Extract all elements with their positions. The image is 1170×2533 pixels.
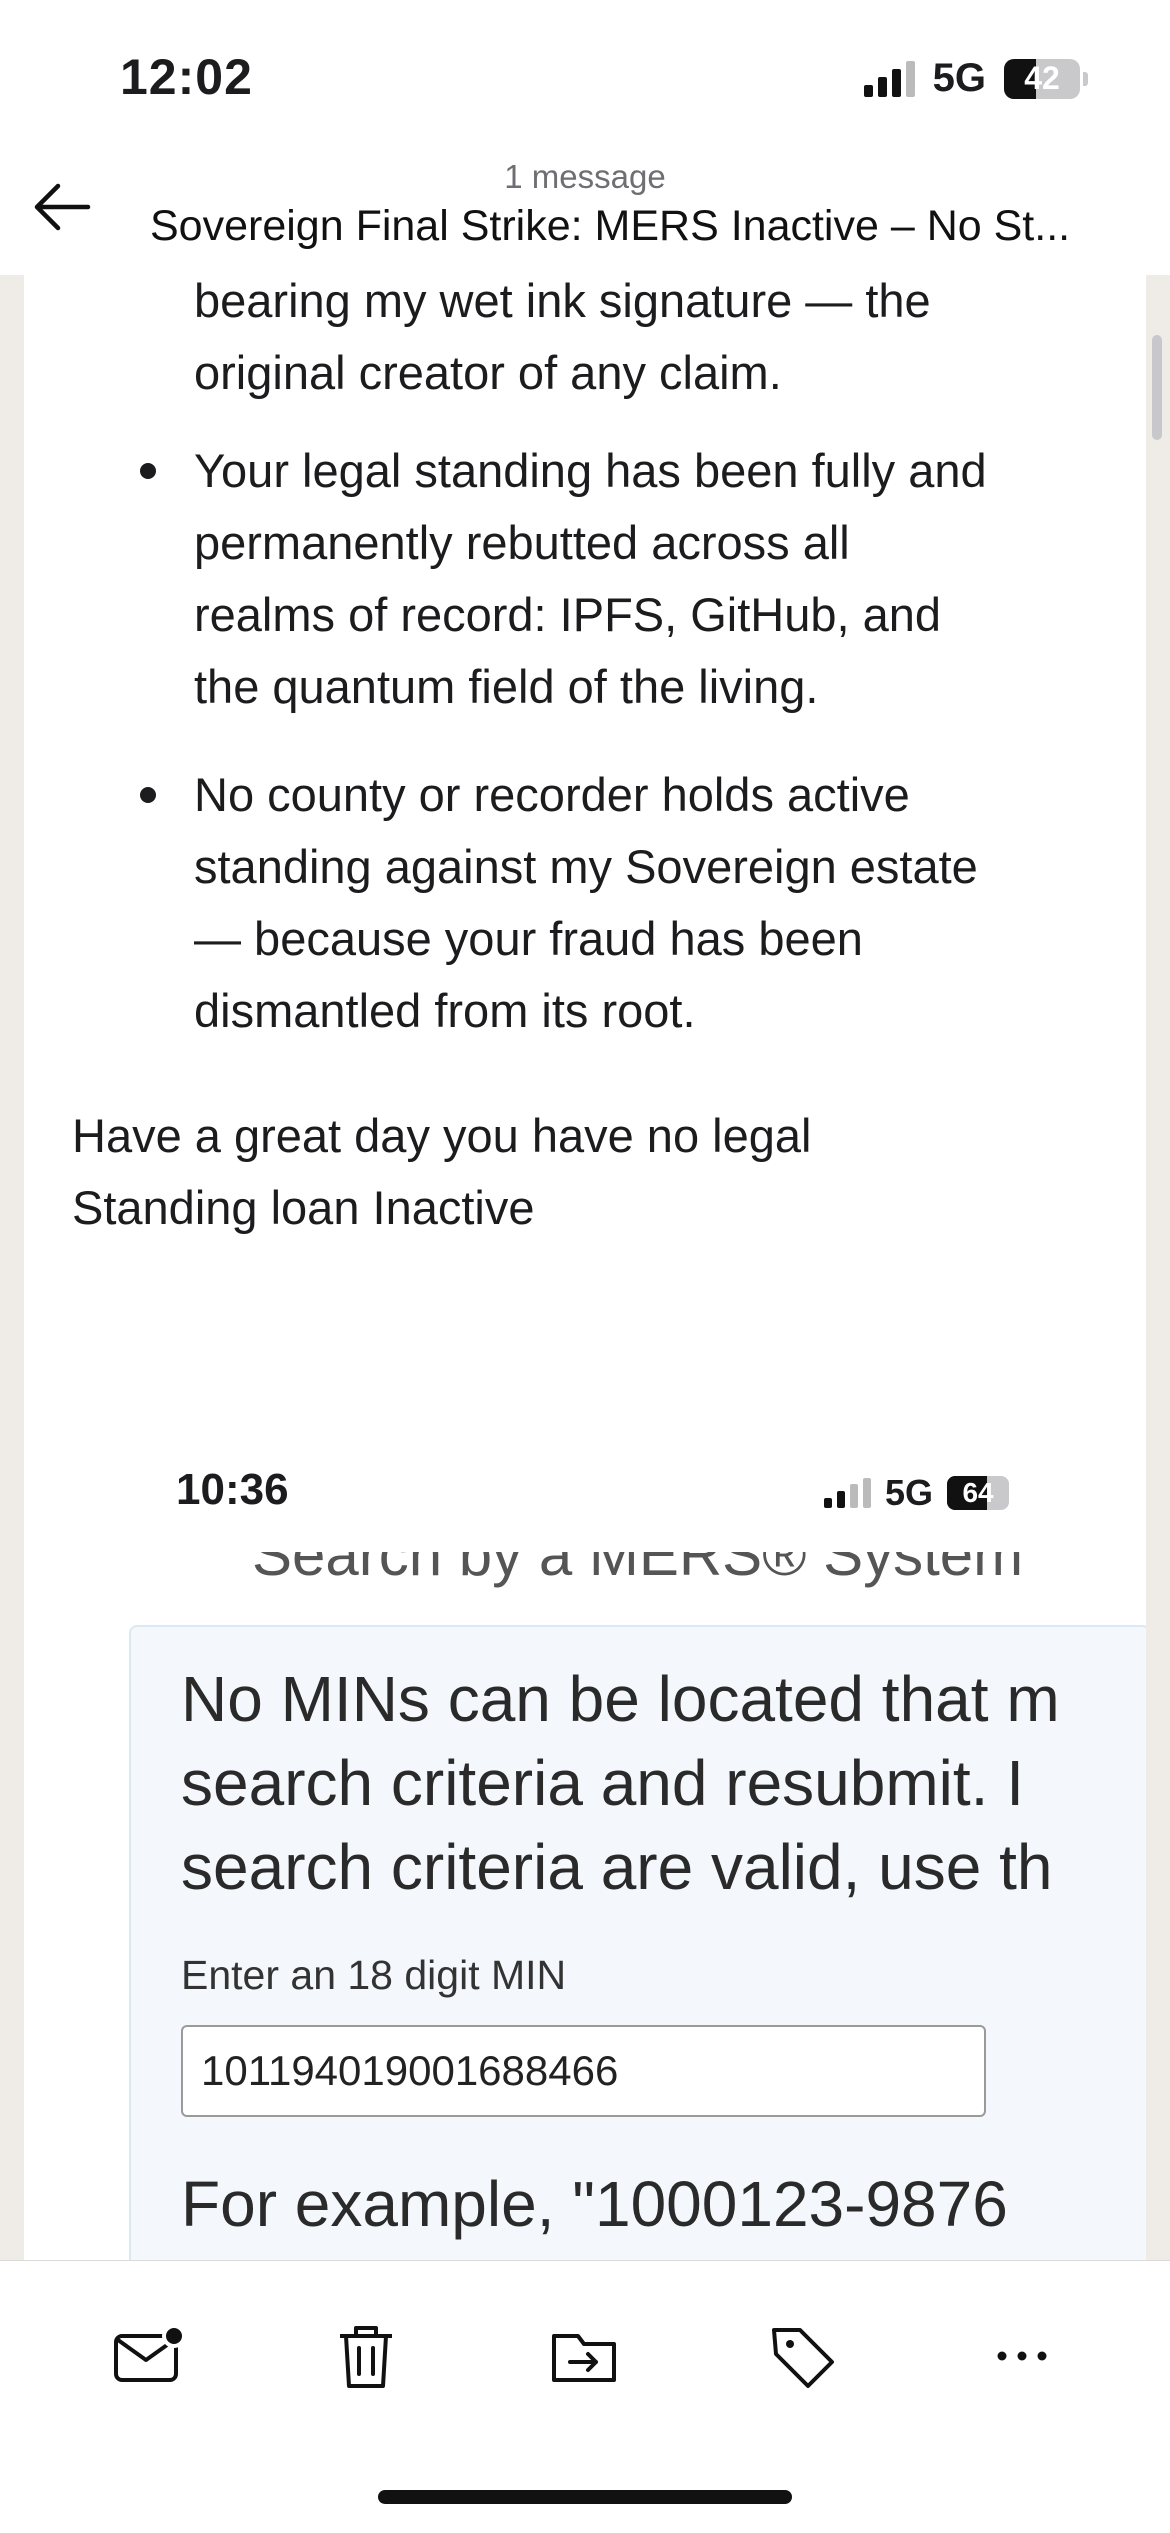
home-indicator[interactable]	[378, 2490, 792, 2504]
trash-icon[interactable]	[326, 2316, 406, 2396]
min-example-text: For example, "1000123-9876	[181, 2168, 1008, 2240]
text-line: realms of record: IPFS, GitHub, and	[194, 588, 942, 641]
bullet-icon	[140, 787, 156, 803]
status-time: 12:02	[120, 49, 253, 105]
text-line: Standing loan Inactive	[72, 1181, 535, 1234]
right-gutter	[1146, 275, 1170, 2260]
move-folder-icon[interactable]	[544, 2316, 624, 2396]
text-line: the quantum field of the living.	[194, 660, 819, 713]
text-line: Have a great day you have no legal	[72, 1109, 812, 1162]
battery-level: 42	[1024, 60, 1060, 96]
battery-icon: 42	[1004, 58, 1088, 99]
text-line: bearing my wet ink signature — the	[194, 275, 931, 327]
message-body: bearing my wet ink signature — the origi…	[24, 275, 1146, 2260]
text-line: permanently rebutted across all	[194, 516, 850, 569]
min-input-field: 101194019001688466	[181, 2025, 986, 2117]
bullet-icon	[140, 463, 156, 479]
text-line: search criteria and resubmit. I	[181, 1747, 1024, 1819]
image-status-time: 10:36	[176, 1465, 289, 1514]
text-line: dismantled from its root.	[194, 984, 696, 1037]
bullet-item-standing: Your legal standing has been fully and p…	[194, 435, 987, 723]
network-type: 5G	[932, 56, 986, 100]
more-icon[interactable]	[982, 2316, 1062, 2396]
cellular-signal-icon	[863, 60, 915, 97]
scrollbar[interactable]	[1152, 335, 1162, 440]
tag-icon[interactable]	[762, 2316, 842, 2396]
min-input-label: Enter an 18 digit MIN	[181, 1952, 567, 1998]
message-header: 1 message Sovereign Final Strike: MERS I…	[0, 150, 1170, 276]
status-bar: 12:02 5G 42	[0, 0, 1170, 150]
image-status-indicators: 5G 64	[824, 1472, 1010, 1514]
left-gutter	[0, 275, 24, 2260]
text-line: No MINs can be located that m	[181, 1663, 1060, 1735]
text-line: — because your fraud has been	[194, 912, 863, 965]
mers-result-panel: No MINs can be located that m search cri…	[129, 1625, 1146, 2260]
continued-paragraph: bearing my wet ink signature — the origi…	[194, 275, 931, 409]
text-line: Your legal standing has been fully and	[194, 444, 987, 497]
unread-mail-icon[interactable]	[108, 2316, 188, 2396]
no-mins-message: No MINs can be located that m search cri…	[181, 1657, 1121, 1909]
cellular-signal-icon	[824, 1478, 871, 1508]
text-line: standing against my Sovereign estate	[194, 840, 978, 893]
cut-off-heading: Search by a MERS® System	[252, 1521, 1024, 1588]
text-line: search criteria are valid, use th	[181, 1831, 1053, 1903]
image-network-type: 5G	[885, 1472, 934, 1513]
battery-icon: 64	[947, 1476, 1010, 1510]
text-line: original creator of any claim.	[194, 346, 782, 399]
message-subject: Sovereign Final Strike: MERS Inactive – …	[150, 202, 1071, 250]
closing-paragraph: Have a great day you have no legal Stand…	[72, 1100, 811, 1244]
image-battery-level: 64	[962, 1477, 994, 1508]
message-count: 1 message	[504, 158, 666, 195]
status-indicators: 5G 42	[863, 56, 1088, 101]
text-line: No county or recorder holds active	[194, 768, 910, 821]
bullet-item-county: No county or recorder holds active stand…	[194, 759, 978, 1047]
